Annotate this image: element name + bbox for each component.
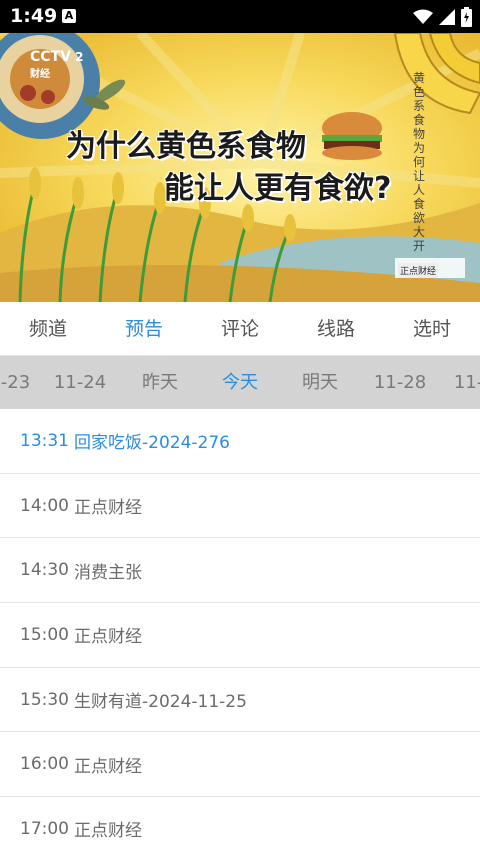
program-row[interactable]: 14:00 正点财经 — [0, 474, 480, 539]
program-name: 正点财经 — [74, 756, 142, 777]
program-time: 14:30 — [20, 560, 69, 581]
program-time: 15:30 — [20, 689, 69, 710]
date-item-today[interactable]: 今天 — [222, 356, 258, 409]
signal-icon — [439, 9, 455, 25]
tab-timeshift[interactable]: 选时 — [384, 302, 480, 355]
video-headline-line1: 为什么黄色系食物 — [66, 129, 306, 164]
program-time: 14:00 — [20, 495, 69, 516]
program-time: 16:00 — [20, 754, 69, 775]
program-name: 正点财经 — [74, 627, 142, 648]
program-time: 15:00 — [20, 624, 69, 645]
program-name: 正点财经 — [74, 821, 142, 842]
status-bar: 1:49 A — [0, 0, 480, 33]
channel-logo-sub: 财经 — [30, 69, 50, 80]
date-item-tomorrow[interactable]: 明天 — [302, 356, 338, 409]
tab-lines[interactable]: 线路 — [288, 302, 384, 355]
program-list: 13:31 回家吃饭-2024-276 14:00 正点财经 14:30 消费主… — [0, 409, 480, 854]
channel-logo-text: CCTV — [30, 49, 71, 65]
date-item[interactable]: 11-28 — [374, 356, 426, 409]
program-time: 17:00 — [20, 818, 69, 839]
program-name: 正点财经 — [74, 498, 142, 519]
battery-icon — [461, 7, 472, 27]
program-row[interactable]: 15:00 正点财经 — [0, 603, 480, 668]
program-row[interactable]: 14:30 消费主张 — [0, 538, 480, 604]
program-row-current[interactable]: 13:31 回家吃饭-2024-276 — [0, 409, 480, 474]
program-stamp: 正点财经 — [398, 263, 439, 278]
program-name: 消费主张 — [74, 562, 142, 583]
notification-badge-icon: A — [62, 9, 76, 23]
tab-channels[interactable]: 频道 — [0, 302, 96, 355]
date-item[interactable]: 11-23 — [0, 356, 30, 409]
program-time: 13:31 — [20, 430, 69, 451]
video-headline-line2: 能让人更有食欲? — [164, 171, 392, 206]
date-item[interactable]: 11-29 — [454, 356, 480, 409]
date-strip[interactable]: 11-23 11-24 昨天 今天 明天 11-28 11-29 — [0, 356, 480, 409]
tab-schedule[interactable]: 预告 — [96, 302, 192, 355]
program-row[interactable]: 16:00 正点财经 — [0, 732, 480, 798]
system-icons — [413, 6, 472, 28]
status-time: 1:49 — [10, 5, 58, 27]
tab-bar: 频道 预告 评论 线路 选时 — [0, 302, 480, 356]
video-player[interactable]: CCTV 2 财经 为什么黄色系食物 能让人更有食欲? 黄色系食物为何让人食欲大… — [0, 33, 480, 302]
tab-comments[interactable]: 评论 — [192, 302, 288, 355]
program-row[interactable]: 15:30 生财有道-2024-11-25 — [0, 668, 480, 733]
program-name: 回家吃饭-2024-276 — [74, 433, 230, 454]
channel-logo-number: 2 — [75, 50, 84, 64]
program-name: 生财有道-2024-11-25 — [74, 692, 247, 713]
video-vertical-caption: 黄色系食物为何让人食欲大开 — [413, 71, 426, 253]
date-item-yesterday[interactable]: 昨天 — [142, 356, 178, 409]
channel-logo: CCTV 2 财经 — [30, 49, 83, 80]
program-row[interactable]: 17:00 正点财经 — [0, 797, 480, 854]
wifi-icon — [413, 9, 433, 24]
date-item[interactable]: 11-24 — [54, 356, 106, 409]
